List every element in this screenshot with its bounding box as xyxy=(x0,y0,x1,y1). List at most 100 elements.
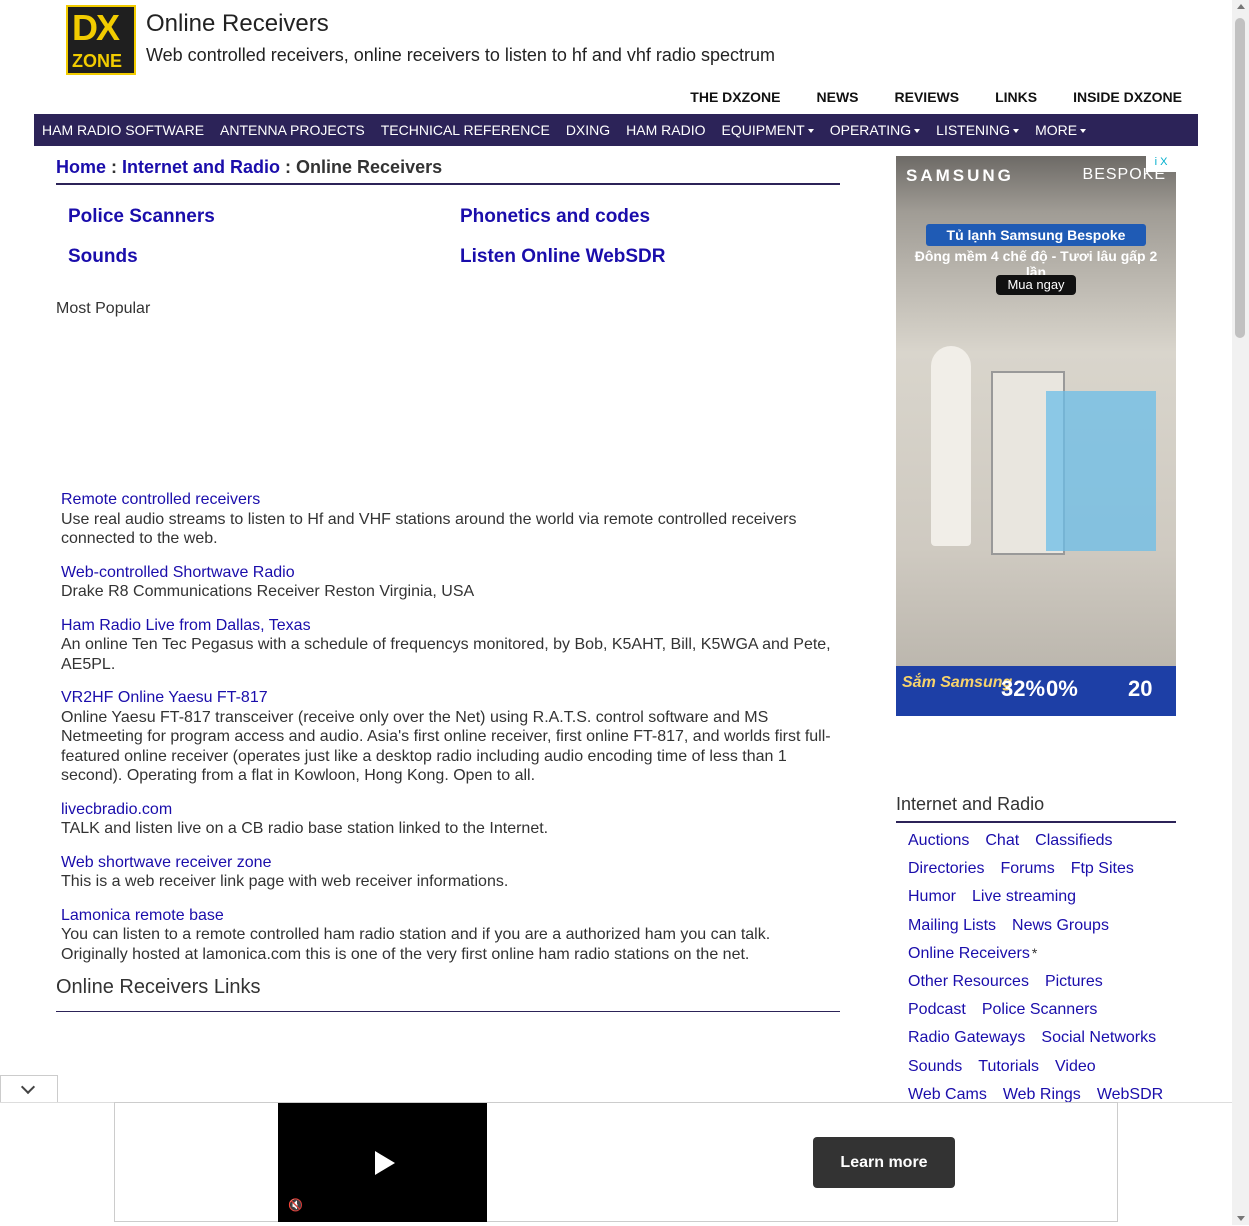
nav-ham-radio-software[interactable]: HAM RADIO SOFTWARE xyxy=(42,122,204,138)
samsung-ad-banner[interactable]: SAMSUNG BESPOKE i X Tủ lạnh Samsung Besp… xyxy=(896,156,1176,716)
nav-label: OPERATING xyxy=(829,122,912,138)
ad-offer-3: 20 xyxy=(1128,676,1153,701)
list-item: Web shortwave receiver zone This is a we… xyxy=(61,853,841,892)
caret-down-icon xyxy=(1013,129,1020,134)
sidebar-item-auctions[interactable]: Auctions xyxy=(908,832,969,849)
nav-equipment-dropdown[interactable]: EQUIPMENT xyxy=(722,122,814,138)
link-title[interactable]: Lamonica remote base xyxy=(61,906,841,926)
nav-antenna-projects[interactable]: ANTENNA PROJECTS xyxy=(220,122,365,138)
topnav-news[interactable]: NEWS xyxy=(817,89,859,105)
nav-operating-dropdown[interactable]: OPERATING xyxy=(829,122,921,138)
section-heading-links: Online Receivers Links xyxy=(56,976,840,1012)
sidebar-item-websdr[interactable]: WebSDR xyxy=(1097,1086,1163,1103)
sidebar-item-news-groups[interactable]: News Groups xyxy=(1012,917,1109,934)
vertical-scrollbar[interactable] xyxy=(1232,0,1249,1225)
scrollbar-thumb[interactable] xyxy=(1235,18,1245,338)
link-description: Use real audio streams to listen to Hf a… xyxy=(61,510,797,548)
link-title[interactable]: Remote controlled receivers xyxy=(61,490,841,510)
ad-offer-strip: Sắm Samsung 32% 0% 20 xyxy=(896,666,1176,716)
chevron-down-icon xyxy=(20,1079,36,1095)
topnav-reviews[interactable]: REVIEWS xyxy=(895,89,960,105)
sidebar-item-web-cams[interactable]: Web Cams xyxy=(908,1086,987,1103)
nav-more-dropdown[interactable]: MORE xyxy=(1035,122,1087,138)
caret-down-icon xyxy=(807,129,814,134)
topnav-the-dxzone[interactable]: THE DXZONE xyxy=(690,89,780,105)
ad-model-image xyxy=(931,346,971,546)
scroll-up-icon[interactable] xyxy=(1237,4,1245,9)
ad-choices-icon[interactable]: i X xyxy=(1146,156,1176,172)
sidebar-item-mailing-lists[interactable]: Mailing Lists xyxy=(908,917,996,934)
mute-icon[interactable]: 🔇 xyxy=(288,1198,303,1212)
sidebar-item-podcast[interactable]: Podcast xyxy=(908,1001,966,1018)
link-description: Drake R8 Communications Receiver Reston … xyxy=(61,583,475,600)
sidebar-item-video[interactable]: Video xyxy=(1055,1058,1096,1075)
topnav-links[interactable]: LINKS xyxy=(995,89,1037,105)
subcategory-police-scanners[interactable]: Police Scanners xyxy=(68,206,215,228)
sidebar-item-chat[interactable]: Chat xyxy=(985,832,1019,849)
caret-down-icon xyxy=(1080,129,1087,134)
current-marker: * xyxy=(1031,944,1038,961)
breadcrumb-current: Online Receivers xyxy=(296,157,443,177)
ad-offer-1: 32% xyxy=(1001,676,1046,701)
anchor-ad[interactable] xyxy=(114,1102,1118,1222)
list-item: livecbradio.com TALK and listen live on … xyxy=(61,800,841,839)
dxzone-logo[interactable]: DX ZONE xyxy=(66,5,136,75)
sidebar-item-directories[interactable]: Directories xyxy=(908,860,984,877)
link-description: This is a web receiver link page with we… xyxy=(61,873,509,890)
subcategory-sounds[interactable]: Sounds xyxy=(68,246,138,268)
nav-dxing[interactable]: DXING xyxy=(566,122,610,138)
sidebar-item-forums[interactable]: Forums xyxy=(1000,860,1054,877)
sidebar-item-classifieds[interactable]: Classifieds xyxy=(1035,832,1112,849)
link-title[interactable]: Web-controlled Shortwave Radio xyxy=(61,563,841,583)
most-popular-heading: Most Popular xyxy=(56,300,151,317)
link-title[interactable]: VR2HF Online Yaesu FT-817 xyxy=(61,688,841,708)
breadcrumb-internet-and-radio[interactable]: Internet and Radio xyxy=(122,157,280,177)
sidebar-item-pictures[interactable]: Pictures xyxy=(1045,973,1103,990)
nav-label: EQUIPMENT xyxy=(721,122,805,138)
sidebar-item-live-streaming[interactable]: Live streaming xyxy=(972,888,1076,905)
top-navigation: THE DXZONE NEWS REVIEWS LINKS INSIDE DXZ… xyxy=(690,89,1182,105)
sidebar-item-online-receivers[interactable]: Online Receivers xyxy=(908,945,1030,962)
list-item: Remote controlled receivers Use real aud… xyxy=(61,490,841,549)
ad-offer-2: 0% xyxy=(1046,676,1078,701)
nav-label: MORE xyxy=(1035,122,1078,138)
sidebar-item-police-scanners[interactable]: Police Scanners xyxy=(982,1001,1098,1018)
breadcrumb: Home : Internet and Radio : Online Recei… xyxy=(56,157,840,185)
sidebar-item-other-resources[interactable]: Other Resources xyxy=(908,973,1029,990)
sidebar-item-ftp-sites[interactable]: Ftp Sites xyxy=(1071,860,1134,877)
sidebar-item-web-rings[interactable]: Web Rings xyxy=(1003,1086,1081,1103)
video-player[interactable]: 🔇 xyxy=(278,1103,487,1222)
sidebar-links: Auctions Chat Classifieds Directories Forum… xyxy=(908,832,1178,1114)
sidebar-item-humor[interactable]: Humor xyxy=(908,888,956,905)
list-item: VR2HF Online Yaesu FT-817 Online Yaesu F… xyxy=(61,688,841,786)
list-item: Lamonica remote base You can listen to a… xyxy=(61,906,841,965)
nav-listening-dropdown[interactable]: LISTENING xyxy=(936,122,1020,138)
nav-label: DXING xyxy=(565,122,611,138)
subcategory-phonetics-and-codes[interactable]: Phonetics and codes xyxy=(460,206,650,228)
play-icon[interactable] xyxy=(375,1151,395,1175)
ad-headline: Tủ lạnh Samsung Bespoke xyxy=(926,224,1146,246)
nav-label: HAM RADIO xyxy=(626,122,706,138)
topnav-inside-dxzone[interactable]: INSIDE DXZONE xyxy=(1073,89,1182,105)
sidebar-item-tutorials[interactable]: Tutorials xyxy=(978,1058,1039,1075)
nav-ham-radio[interactable]: HAM RADIO xyxy=(626,122,705,138)
link-list: Remote controlled receivers Use real aud… xyxy=(61,490,841,978)
link-description: An online Ten Tec Pegasus with a schedul… xyxy=(61,636,831,673)
learn-more-button[interactable]: Learn more xyxy=(813,1137,955,1188)
sidebar-item-sounds[interactable]: Sounds xyxy=(908,1058,962,1075)
subcategory-listen-online-websdr[interactable]: Listen Online WebSDR xyxy=(460,246,666,268)
breadcrumb-separator: : xyxy=(106,157,123,177)
ad-footer-brand: Sắm Samsung xyxy=(902,674,1013,691)
anchor-collapse-button[interactable] xyxy=(0,1075,58,1102)
link-description: You can listen to a remote controlled ha… xyxy=(61,926,771,963)
nav-technical-reference[interactable]: TECHNICAL REFERENCE xyxy=(381,122,550,138)
link-title[interactable]: Web shortwave receiver zone xyxy=(61,853,841,873)
ad-cta-button[interactable]: Mua ngay xyxy=(996,275,1076,295)
sidebar-item-radio-gateways[interactable]: Radio Gateways xyxy=(908,1029,1025,1046)
sidebar-title: Internet and Radio xyxy=(896,794,1176,823)
sidebar-item-social-networks[interactable]: Social Networks xyxy=(1041,1029,1156,1046)
scroll-down-icon[interactable] xyxy=(1237,1216,1245,1221)
link-title[interactable]: livecbradio.com xyxy=(61,800,841,820)
link-title[interactable]: Ham Radio Live from Dallas, Texas xyxy=(61,616,841,636)
breadcrumb-home[interactable]: Home xyxy=(56,157,106,177)
